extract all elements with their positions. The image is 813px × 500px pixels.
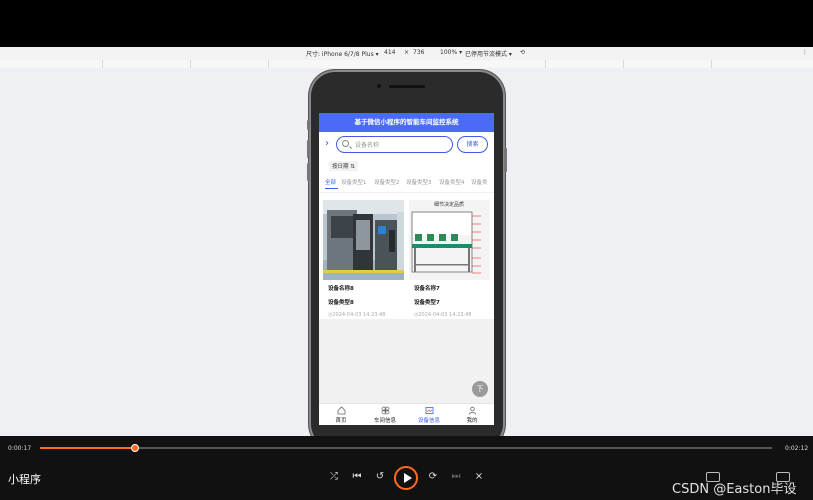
tab-type-3[interactable]: 设备类型3 [406, 178, 432, 186]
home-icon [337, 406, 345, 415]
device-name: 设备名称7 [414, 286, 440, 292]
nav-mine[interactable]: 我的 [450, 406, 494, 424]
tab-type-5[interactable]: 设备类 [471, 178, 488, 186]
tab-type-4[interactable]: 设备类型4 [439, 178, 465, 186]
power-button [504, 148, 507, 172]
preview-stage: 基于微信小程序的智能车间监控系统 › 设备名称 搜索 按日期 ⇅ 全部 设备类型… [0, 68, 813, 436]
more-options-icon[interactable]: ⋮ [802, 49, 808, 56]
rotate-icon[interactable]: ⟲ [520, 49, 525, 56]
volume-up-button [307, 140, 310, 158]
seek-bar[interactable] [40, 447, 772, 449]
sort-icon: ⇅ [350, 164, 355, 170]
device-image: 细节决定品质 [409, 200, 490, 280]
volume-down-button [307, 163, 310, 181]
device-grid: 设备名称8 设备类型8 ◷2024-04-03 14:23:48 细节决定品质 [319, 193, 494, 319]
player-controls: 0:00:17 0:02:12 小程序 ⤮ ⏮ ↺ ⟳ ⏭ ⨯ CSDN @Ea… [0, 436, 813, 500]
height-field[interactable]: 736 [413, 49, 424, 56]
search-icon [342, 140, 349, 147]
next-icon[interactable]: ⏭ [448, 470, 464, 484]
device-card[interactable]: 设备名称8 设备类型8 ◷2024-04-03 14:23:48 [323, 200, 404, 318]
active-tab-indicator [325, 188, 338, 190]
current-time: 0:00:17 [8, 445, 32, 452]
video-title: 小程序 [8, 473, 41, 486]
bottom-nav: 首页 车间信息 设备信息 我的 [319, 403, 494, 425]
camera-icon [377, 84, 381, 88]
watermark: CSDN @Easton毕设 [672, 482, 797, 497]
nav-devices[interactable]: 设备信息 [407, 406, 451, 424]
no-loop-icon[interactable]: ⨯ [471, 470, 487, 484]
dimension-separator: × [404, 49, 410, 56]
device-card[interactable]: 细节决定品质 设备名称7 设备类型7 ◷2024-04-03 14:23:48 [409, 200, 490, 318]
search-placeholder: 设备名称 [355, 142, 380, 149]
replay-icon[interactable]: ↺ [372, 470, 388, 484]
chevron-right-icon[interactable]: › [325, 138, 329, 150]
workshop-icon [381, 406, 389, 415]
nav-workshop[interactable]: 车间信息 [363, 406, 407, 424]
device-image [323, 200, 404, 280]
seek-progress [40, 447, 135, 449]
width-field[interactable]: 414 [384, 49, 395, 56]
throttle-select[interactable]: 已停用节流模式 ▾ [465, 49, 512, 58]
user-icon [468, 406, 476, 415]
device-name: 设备名称8 [328, 286, 354, 292]
device-select[interactable]: 尺寸: iPhone 6/7/8 Plus ▾ [306, 49, 379, 58]
speaker-grill [389, 85, 425, 88]
sort-row: 按日期 ⇅ [319, 158, 494, 173]
tab-type-2[interactable]: 设备类型2 [374, 178, 400, 186]
play-button[interactable] [394, 466, 418, 490]
phone-screen: 基于微信小程序的智能车间监控系统 › 设备名称 搜索 按日期 ⇅ 全部 设备类型… [319, 113, 494, 425]
category-tabs: 全部 设备类型1 设备类型2 设备类型3 设备类型4 设备类 [319, 173, 494, 192]
device-type: 设备类型7 [414, 300, 440, 306]
tab-type-1[interactable]: 设备类型1 [341, 178, 367, 186]
app-title: 基于微信小程序的智能车间监控系统 [319, 113, 494, 132]
seek-handle[interactable] [131, 444, 139, 452]
search-row: › 设备名称 搜索 [319, 132, 494, 158]
search-button[interactable]: 搜索 [457, 136, 488, 153]
devtools-toolbar: 尺寸: iPhone 6/7/8 Plus ▾ 414 × 736 100% ▾… [0, 47, 813, 61]
previous-icon[interactable]: ⏮ [349, 470, 365, 484]
total-time: 0:02:12 [785, 445, 809, 452]
image-caption: 细节决定品质 [434, 201, 464, 208]
device-icon [425, 407, 433, 414]
back-to-top-button[interactable]: 下 [472, 381, 488, 397]
mute-switch [307, 120, 310, 130]
loop-icon[interactable]: ⟳ [425, 470, 441, 484]
sort-by-date-button[interactable]: 按日期 ⇅ [329, 161, 358, 171]
device-time: ◷2024-04-03 14:23:48 [414, 312, 472, 318]
device-type: 设备类型8 [328, 300, 354, 306]
phone-frame: 基于微信小程序的智能车间监控系统 › 设备名称 搜索 按日期 ⇅ 全部 设备类型… [307, 70, 507, 436]
nav-home[interactable]: 首页 [319, 406, 363, 424]
device-time: ◷2024-04-03 14:23:48 [328, 312, 386, 318]
tab-all[interactable]: 全部 [325, 178, 336, 186]
zoom-select[interactable]: 100% ▾ [440, 49, 462, 56]
search-input[interactable]: 设备名称 [336, 136, 453, 153]
shuffle-icon[interactable]: ⤮ [326, 470, 342, 484]
